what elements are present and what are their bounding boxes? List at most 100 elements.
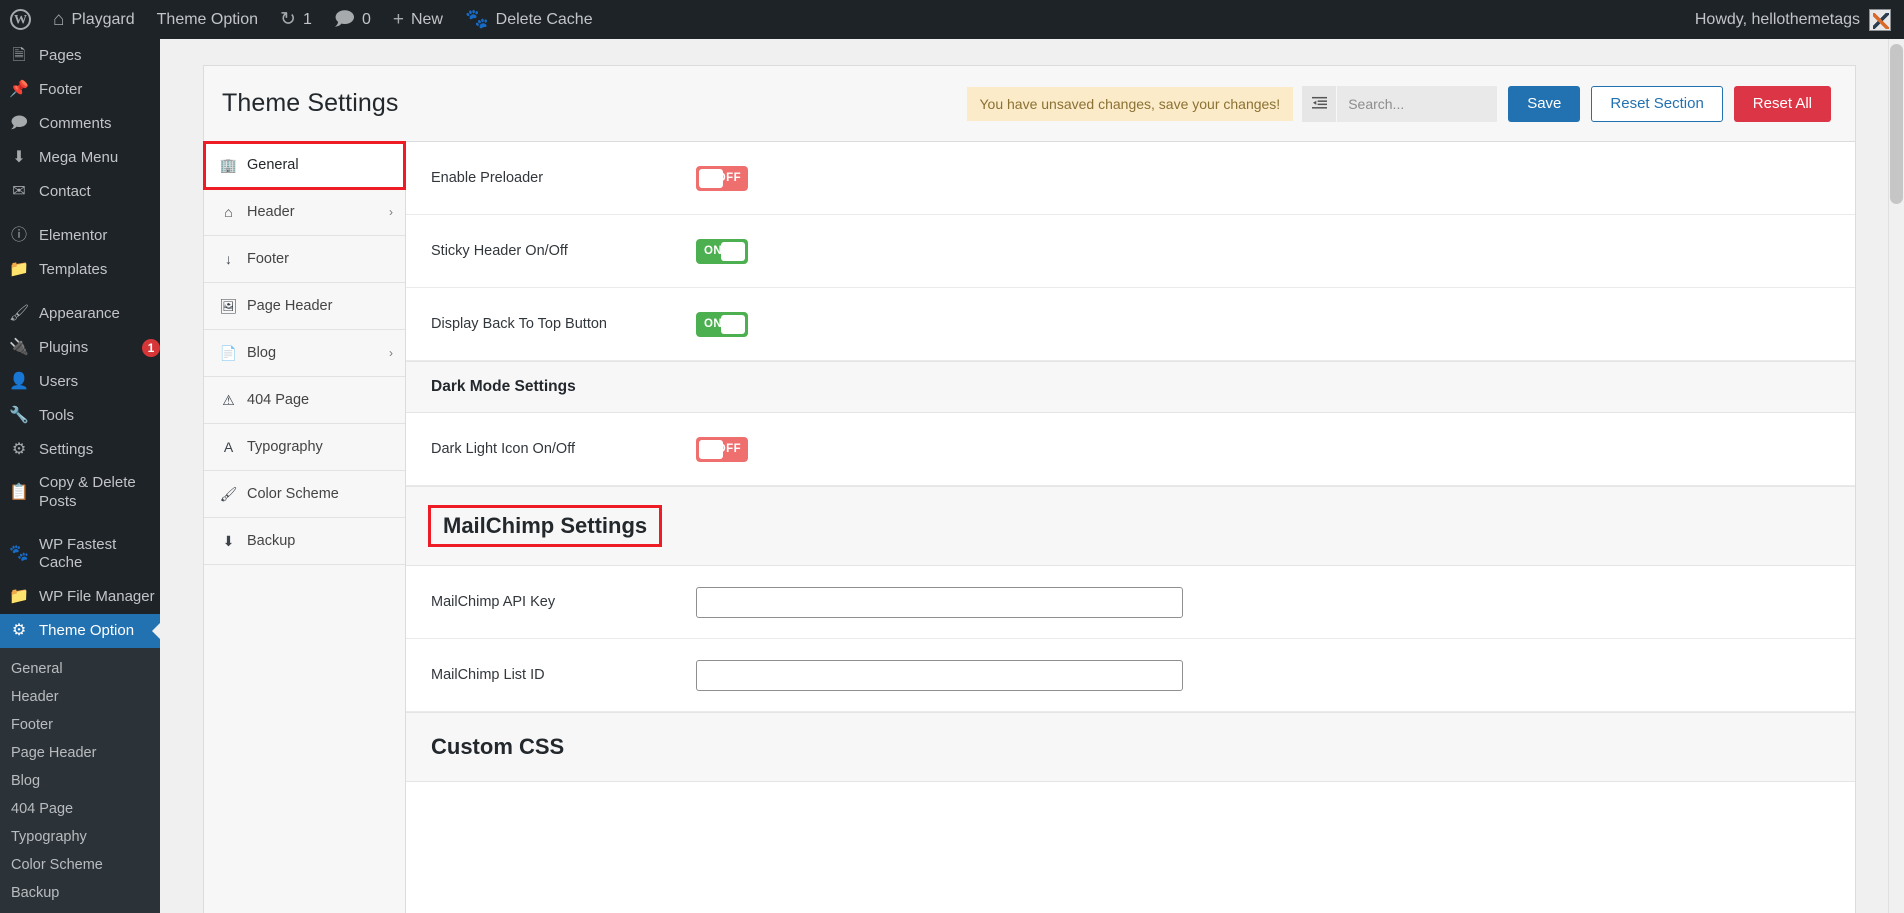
- sidebar-item-wp-fastest-cache[interactable]: 🐾WP Fastest Cache: [0, 529, 160, 581]
- sidebar-item-theme-option[interactable]: ⚙Theme Option: [0, 614, 160, 648]
- field-label: Display Back To Top Button: [431, 316, 696, 332]
- submenu-item-page-header[interactable]: Page Header: [0, 739, 160, 767]
- admin-bar-right: Howdy, hellothemetags: [1695, 9, 1904, 31]
- unsaved-changes-notice: You have unsaved changes, save your chan…: [967, 87, 1294, 121]
- sidebar-item-templates[interactable]: 📁Templates: [0, 253, 160, 287]
- submenu-item-backup[interactable]: Backup: [0, 879, 160, 907]
- submenu-item-blog[interactable]: Blog: [0, 767, 160, 795]
- input-mailchimp-list-id[interactable]: [696, 660, 1183, 691]
- submenu-item-general[interactable]: General: [0, 655, 160, 683]
- sidebar-item-label: Tools: [39, 407, 160, 426]
- tab-label: Color Scheme: [247, 486, 393, 502]
- updates-menu[interactable]: ↻ 1: [269, 0, 323, 39]
- toggle-state-label: OFF: [717, 443, 741, 455]
- tab-label: General: [247, 157, 393, 173]
- delete-cache-menu[interactable]: 🐾 Delete Cache: [454, 0, 604, 39]
- sidebar-item-label: Elementor: [39, 227, 160, 246]
- sidebar-item-plugins[interactable]: 🔌Plugins1: [0, 331, 160, 365]
- page-scrollbar[interactable]: [1888, 39, 1904, 913]
- expand-sections-glyph: [1312, 96, 1327, 111]
- panel-header-actions: You have unsaved changes, save your chan…: [967, 86, 1832, 122]
- plugins-update-badge: 1: [142, 339, 160, 357]
- pin-icon: 📌: [9, 82, 29, 98]
- scrollbar-thumb[interactable]: [1890, 44, 1903, 204]
- sidebar-item-label: Plugins: [39, 339, 128, 358]
- submenu-item-header[interactable]: Header: [0, 683, 160, 711]
- tab-color-scheme[interactable]: 🖌 Color Scheme: [204, 471, 405, 518]
- toggle-sticky-header-on-off[interactable]: ON: [696, 239, 748, 264]
- submenu-item-color-scheme[interactable]: Color Scheme: [0, 851, 160, 879]
- howdy-label[interactable]: Howdy, hellothemetags: [1695, 11, 1860, 29]
- tab-page-header[interactable]: 🖼Page Header: [204, 283, 405, 330]
- site-name-label: Playgard: [71, 11, 134, 29]
- tab-backup[interactable]: ⬇Backup: [204, 518, 405, 565]
- sidebar-item-contact[interactable]: ✉Contact: [0, 175, 160, 209]
- save-button[interactable]: Save: [1508, 86, 1580, 122]
- sidebar-item-label: Templates: [39, 261, 160, 280]
- field-row-enable-preloader: Enable PreloaderOFF: [406, 142, 1855, 215]
- sidebar-item-label: Comments: [39, 115, 160, 134]
- toggle-knob: [721, 242, 745, 261]
- sidebar-item-label: Theme Option: [39, 622, 160, 641]
- mail-icon: ✉: [9, 184, 29, 200]
- sidebar-item-elementor[interactable]: ⓘElementor: [0, 219, 160, 253]
- brush-icon: 🖌: [219, 486, 238, 503]
- tools-wrench-icon: 🔧: [9, 408, 29, 424]
- wordpress-logo-menu[interactable]: [0, 0, 42, 39]
- toggle-enable-preloader[interactable]: OFF: [696, 166, 748, 191]
- submenu-item-typography[interactable]: Typography: [0, 823, 160, 851]
- updates-count: 1: [303, 11, 312, 29]
- sidebar-item-label: Footer: [39, 81, 160, 100]
- submenu-item-404-page[interactable]: 404 Page: [0, 795, 160, 823]
- comments-menu[interactable]: 🗩 0: [323, 0, 382, 39]
- tab-general[interactable]: 🏢General: [204, 142, 405, 189]
- sidebar-item-users[interactable]: 👤Users: [0, 365, 160, 399]
- new-label: New: [411, 11, 443, 29]
- sidebar-item-footer[interactable]: 📌 Footer: [0, 73, 160, 107]
- theme-option-label: Theme Option: [157, 11, 258, 29]
- reset-all-button[interactable]: Reset All: [1734, 86, 1831, 122]
- search-input[interactable]: [1337, 86, 1497, 122]
- sidebar-item-tools[interactable]: 🔧 Tools: [0, 399, 160, 433]
- tab-label: 404 Page: [247, 392, 393, 408]
- sidebar-item-settings[interactable]: ⚙Settings: [0, 433, 160, 467]
- tab-header[interactable]: ⌂Header›: [204, 189, 405, 236]
- tab-footer[interactable]: ↓Footer: [204, 236, 405, 283]
- input-mailchimp-api-key[interactable]: [696, 587, 1183, 618]
- toggle-display-back-to-top-button[interactable]: ON: [696, 312, 748, 337]
- sidebar-item-copy-delete-posts[interactable]: 📋Copy & Delete Posts: [0, 467, 160, 519]
- sidebar-item-label: Mega Menu: [39, 149, 160, 168]
- expand-sections-icon[interactable]: [1302, 86, 1336, 122]
- tab-label: Header: [247, 204, 389, 220]
- tab-404-page[interactable]: ⚠ 404 Page: [204, 377, 405, 424]
- site-name-menu[interactable]: ⌂ Playgard: [42, 0, 146, 39]
- admin-bar: ⌂ Playgard Theme Option ↻ 1 🗩 0 + New 🐾 …: [0, 0, 1904, 39]
- sidebar-item-pages[interactable]: 🗎Pages: [0, 39, 160, 73]
- field-label: Sticky Header On/Off: [431, 243, 696, 259]
- panel-header: Theme Settings You have unsaved changes,…: [204, 66, 1855, 142]
- arrow-down-icon: ↓: [219, 251, 238, 267]
- megamenu-icon: ⬇: [9, 150, 29, 166]
- tab-typography[interactable]: ATypography: [204, 424, 405, 471]
- tab-blog[interactable]: 📄Blog›: [204, 330, 405, 377]
- document-icon: 📄: [219, 345, 238, 362]
- field-row-dark-light-icon-on-off: Dark Light Icon On/OffOFF: [406, 413, 1855, 486]
- toggle-dark-light-icon-on-off[interactable]: OFF: [696, 437, 748, 462]
- tab-label: Page Header: [247, 298, 393, 314]
- tab-label: Typography: [247, 439, 393, 455]
- sidebar-item-appearance[interactable]: 🖌Appearance: [0, 297, 160, 331]
- warning-triangle-icon: ⚠: [219, 392, 238, 409]
- avatar[interactable]: [1869, 9, 1891, 31]
- sidebar-item-wp-file-manager[interactable]: 📁WP File Manager: [0, 580, 160, 614]
- admin-sidebar: 🗎Pages 📌 Footer 🗩Comments ⬇ Mega Menu ✉Contact…: [0, 39, 160, 913]
- submenu-item-footer[interactable]: Footer: [0, 711, 160, 739]
- sidebar-item-label: Users: [39, 373, 160, 392]
- theme-option-adminbar-link[interactable]: Theme Option: [146, 0, 269, 39]
- new-content-menu[interactable]: + New: [382, 0, 454, 39]
- reset-section-button[interactable]: Reset Section: [1591, 86, 1722, 122]
- panel-body: 🏢General⌂Header›↓Footer🖼Page Header📄Blog…: [204, 142, 1855, 913]
- sidebar-item-comments[interactable]: 🗩Comments: [0, 107, 160, 141]
- sidebar-item-label: Appearance: [39, 305, 160, 324]
- sidebar-item-mega-menu[interactable]: ⬇ Mega Menu: [0, 141, 160, 175]
- settings-sliders-icon: ⚙: [9, 442, 29, 458]
